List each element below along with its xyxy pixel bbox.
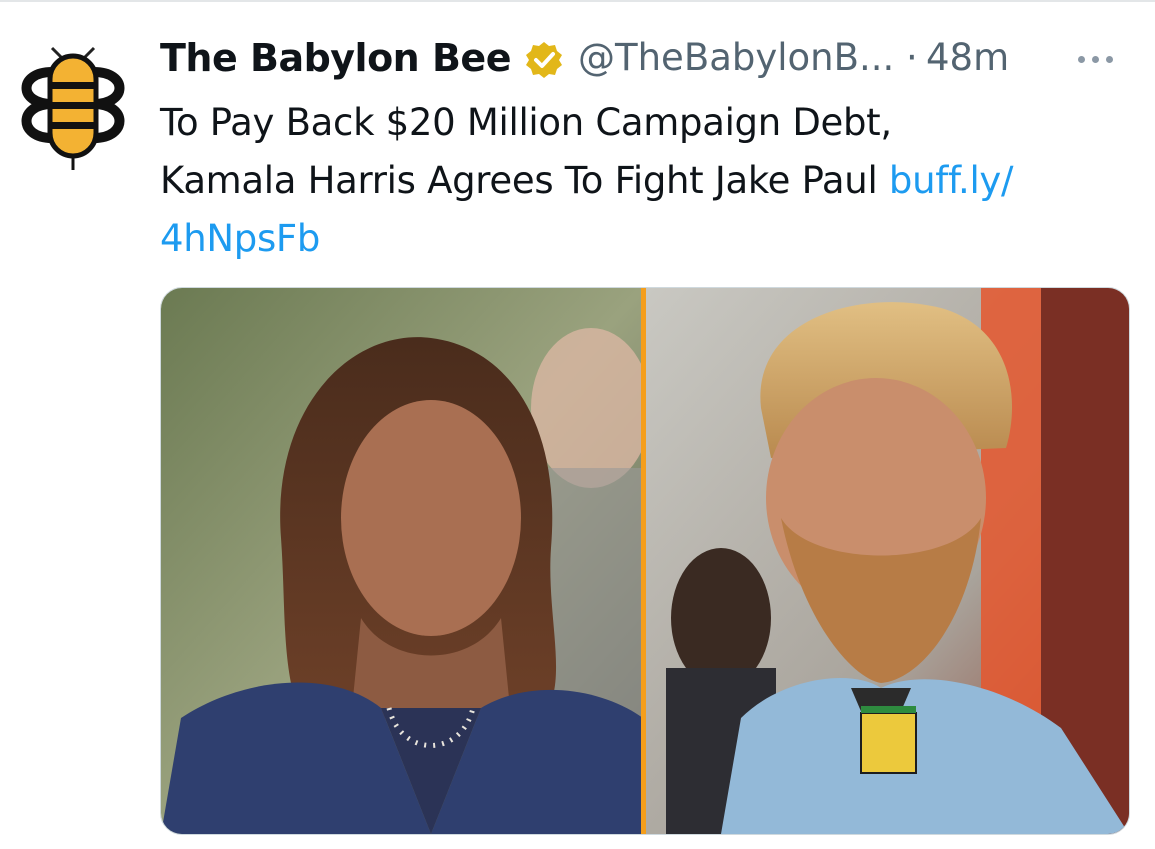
verified-badge-icon[interactable] [524,40,564,80]
tweet-text-line-1: To Pay Back $20 Million Campaign Debt, [160,101,892,144]
header-separator: · [906,36,918,79]
tweet-link-part-1[interactable]: buff.ly/ [889,159,1014,202]
author-handle[interactable]: @TheBabylonB... [578,36,894,79]
tweet-header: The Babylon Bee @TheBabylonB... · 48m [160,32,1150,92]
split-divider [641,288,646,834]
tweet-text-line-2: Kamala Harris Agrees To Fight Jake Paul [160,159,889,202]
author-avatar[interactable] [8,42,138,172]
author-name[interactable]: The Babylon Bee [160,36,511,80]
split-photo [161,288,1129,834]
tweet-link-part-2[interactable]: 4hNpsFb [160,217,320,260]
tweet-timestamp[interactable]: 48m [926,36,1009,79]
more-horizontal-icon[interactable] [1066,32,1126,82]
tweet-text: To Pay Back $20 Million Campaign Debt, K… [160,94,1145,268]
bee-logo-icon [21,46,125,170]
tweet-card[interactable]: The Babylon Bee @TheBabylonB... · 48m To… [0,2,1155,849]
tweet-media-image[interactable] [160,287,1130,835]
